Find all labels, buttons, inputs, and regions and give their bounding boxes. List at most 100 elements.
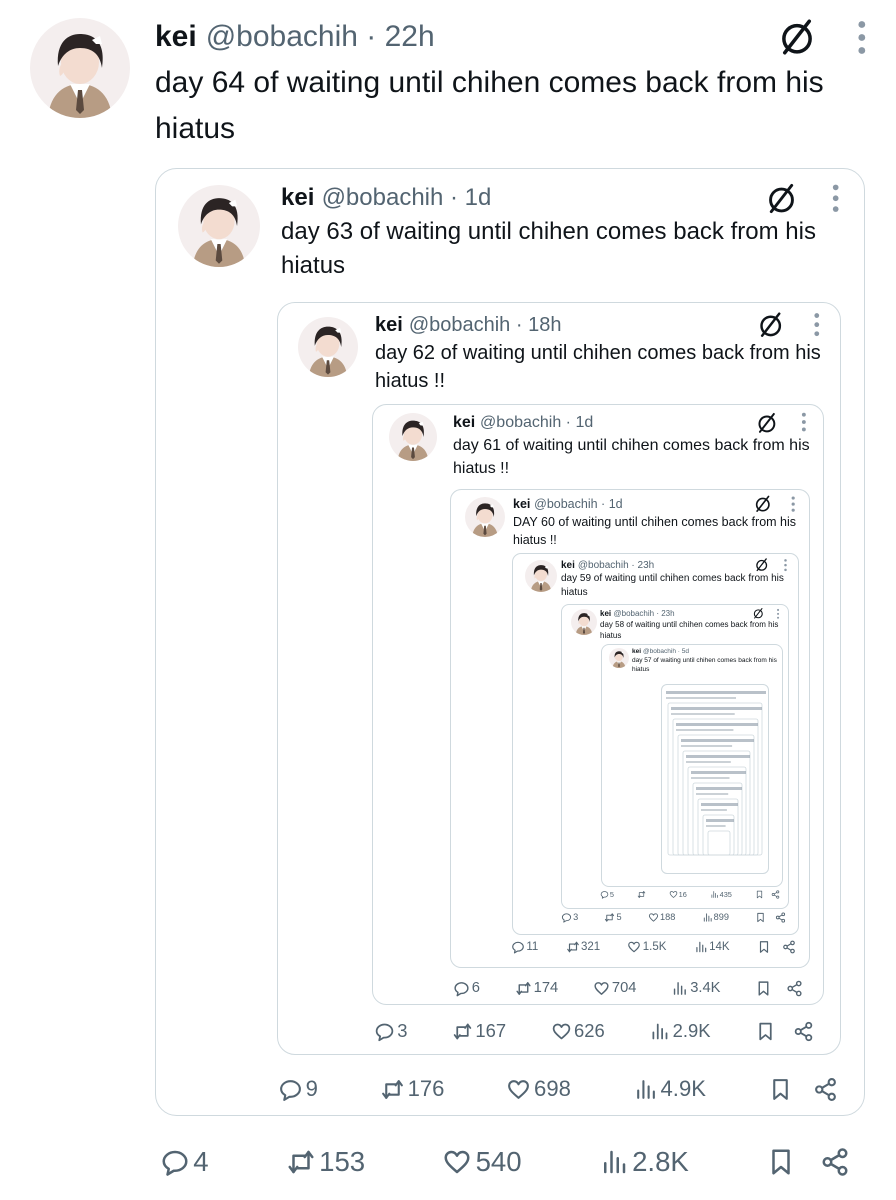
more-dots-icon[interactable]: [800, 411, 808, 433]
bar-chart-icon: [599, 1147, 629, 1177]
speech-bubble-icon: [561, 912, 572, 923]
more-dots-icon[interactable]: [830, 182, 841, 215]
more-dots-icon[interactable]: [790, 495, 796, 513]
handle[interactable]: @bobachih: [578, 560, 629, 571]
timestamp[interactable]: 1d: [609, 497, 623, 511]
avatar[interactable]: [389, 413, 437, 461]
like-button[interactable]: 704: [593, 980, 636, 997]
bar-chart-icon: [671, 980, 688, 997]
share-button[interactable]: [813, 1077, 838, 1102]
handle[interactable]: @bobachih: [322, 184, 444, 212]
timestamp[interactable]: 23h: [661, 609, 674, 618]
like-button[interactable]: 698: [506, 1076, 571, 1102]
repost-button[interactable]: 5: [604, 912, 622, 923]
more-dots-icon[interactable]: [812, 311, 822, 338]
bookmark-button[interactable]: [755, 980, 772, 997]
views-button[interactable]: 3.4K: [671, 980, 720, 997]
timestamp[interactable]: 18h: [528, 314, 561, 337]
share-button[interactable]: [782, 940, 796, 954]
repost-button[interactable]: 174: [515, 980, 558, 997]
handle[interactable]: @bobachih: [409, 314, 510, 337]
action-bar: 9 176 698 4.9K: [278, 1071, 838, 1107]
avatar[interactable]: [525, 560, 557, 592]
slashed-circle-icon[interactable]: [755, 411, 779, 435]
avatar[interactable]: [30, 18, 130, 118]
views-button[interactable]: 435: [710, 890, 732, 899]
share-button[interactable]: [820, 1147, 850, 1177]
views-button[interactable]: 2.9K: [649, 1020, 710, 1042]
bookmark-button[interactable]: [755, 890, 764, 899]
slashed-circle-icon[interactable]: [754, 557, 769, 572]
bookmark-button[interactable]: [757, 940, 771, 954]
reply-button[interactable]: 4: [160, 1146, 209, 1178]
more-dots-icon[interactable]: [855, 18, 869, 57]
more-dots-icon[interactable]: [776, 608, 780, 620]
views-button[interactable]: 899: [702, 912, 729, 923]
handle[interactable]: @bobachih: [534, 497, 597, 511]
like-button[interactable]: 16: [669, 890, 687, 899]
avatar[interactable]: [571, 609, 597, 635]
bookmark-button[interactable]: [755, 912, 766, 923]
share-button[interactable]: [793, 1021, 814, 1042]
bookmark-share-group: [766, 1147, 850, 1177]
display-name[interactable]: kei: [155, 20, 197, 54]
display-name[interactable]: kei: [561, 560, 575, 571]
handle[interactable]: @bobachih: [643, 648, 676, 655]
slashed-circle-icon[interactable]: [776, 16, 818, 58]
repost-button[interactable]: [637, 890, 646, 899]
avatar[interactable]: [298, 317, 358, 377]
like-count: 16: [678, 890, 687, 899]
slashed-circle-icon[interactable]: [753, 494, 773, 514]
heart-icon: [442, 1147, 472, 1177]
display-name[interactable]: kei: [513, 497, 530, 511]
repost-button[interactable]: 153: [286, 1146, 365, 1178]
bookmark-button[interactable]: [768, 1077, 793, 1102]
reply-button[interactable]: 6: [453, 980, 480, 997]
avatar[interactable]: [178, 185, 260, 267]
bookmark-share-group: [768, 1077, 838, 1102]
like-button[interactable]: 626: [551, 1020, 605, 1042]
bookmark-button[interactable]: [766, 1147, 796, 1177]
timestamp[interactable]: 1d: [465, 184, 492, 212]
views-button[interactable]: 2.8K: [599, 1146, 689, 1178]
slashed-circle-icon[interactable]: [756, 310, 785, 339]
avatar[interactable]: [609, 648, 629, 668]
avatar[interactable]: [465, 497, 505, 537]
views-button[interactable]: 14K: [694, 940, 730, 954]
handle[interactable]: @bobachih: [614, 609, 655, 618]
bookmark-button[interactable]: [755, 1021, 776, 1042]
reply-button[interactable]: 3: [561, 912, 578, 923]
reply-button[interactable]: 11: [511, 940, 538, 954]
share-button[interactable]: [771, 890, 780, 899]
bar-chart-icon: [633, 1077, 658, 1102]
timestamp[interactable]: 23h: [638, 560, 655, 571]
timestamp[interactable]: 5d: [682, 648, 689, 655]
dot-separator: ·: [597, 497, 609, 511]
repost-button[interactable]: 321: [566, 940, 600, 954]
share-button[interactable]: [786, 980, 803, 997]
timestamp[interactable]: 22h: [385, 20, 435, 54]
repost-button[interactable]: 176: [380, 1076, 444, 1102]
slashed-circle-icon[interactable]: [752, 607, 765, 620]
share-button[interactable]: [775, 911, 786, 923]
repost-button[interactable]: 167: [452, 1020, 506, 1042]
reply-button[interactable]: 9: [278, 1076, 318, 1102]
more-dots-icon[interactable]: [783, 558, 788, 572]
display-name[interactable]: kei: [281, 184, 314, 212]
reply-button[interactable]: 5: [600, 890, 614, 899]
like-button[interactable]: 1.5K: [627, 940, 666, 954]
like-button[interactable]: 188: [648, 912, 675, 923]
tweet-text: day 61 of waiting until chihen comes bac…: [453, 437, 810, 477]
handle[interactable]: @bobachih: [480, 414, 561, 432]
slashed-circle-icon[interactable]: [764, 181, 799, 216]
display-name[interactable]: kei: [453, 414, 475, 432]
views-button[interactable]: 4.9K: [633, 1076, 706, 1102]
timestamp[interactable]: 1d: [575, 414, 593, 432]
display-name[interactable]: kei: [632, 648, 641, 655]
handle[interactable]: @bobachih: [206, 20, 358, 54]
bar-chart-icon: [694, 940, 708, 954]
like-button[interactable]: 540: [442, 1146, 522, 1178]
reply-button[interactable]: 3: [374, 1020, 407, 1042]
display-name[interactable]: kei: [600, 609, 611, 618]
display-name[interactable]: kei: [375, 314, 403, 337]
